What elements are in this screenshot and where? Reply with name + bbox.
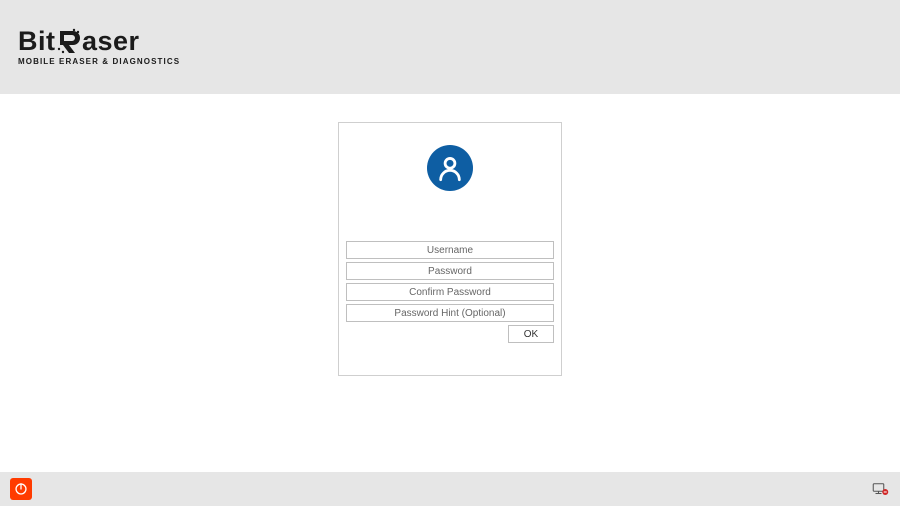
network-disconnected-icon xyxy=(871,482,889,496)
brand-logo: Bit aser MOBILE ERASER & DIAGNOSTICS xyxy=(18,28,180,66)
main-area: OK xyxy=(0,94,900,472)
power-icon xyxy=(14,482,28,496)
username-field[interactable] xyxy=(346,241,554,259)
user-icon xyxy=(427,145,473,191)
button-row: OK xyxy=(346,325,554,343)
svg-text:aser: aser xyxy=(82,28,140,56)
ok-button[interactable]: OK xyxy=(508,325,554,343)
confirm-password-field[interactable] xyxy=(346,283,554,301)
svg-text:Bit: Bit xyxy=(18,28,56,56)
app-header: Bit aser MOBILE ERASER & DIAGNOSTICS xyxy=(0,0,900,94)
login-card: OK xyxy=(338,122,562,376)
brand-name: Bit aser xyxy=(18,28,180,56)
password-hint-field[interactable] xyxy=(346,304,554,322)
network-status-button[interactable] xyxy=(870,481,890,497)
brand-tagline: MOBILE ERASER & DIAGNOSTICS xyxy=(18,58,180,66)
app-footer xyxy=(0,472,900,506)
password-field[interactable] xyxy=(346,262,554,280)
power-button[interactable] xyxy=(10,478,32,500)
